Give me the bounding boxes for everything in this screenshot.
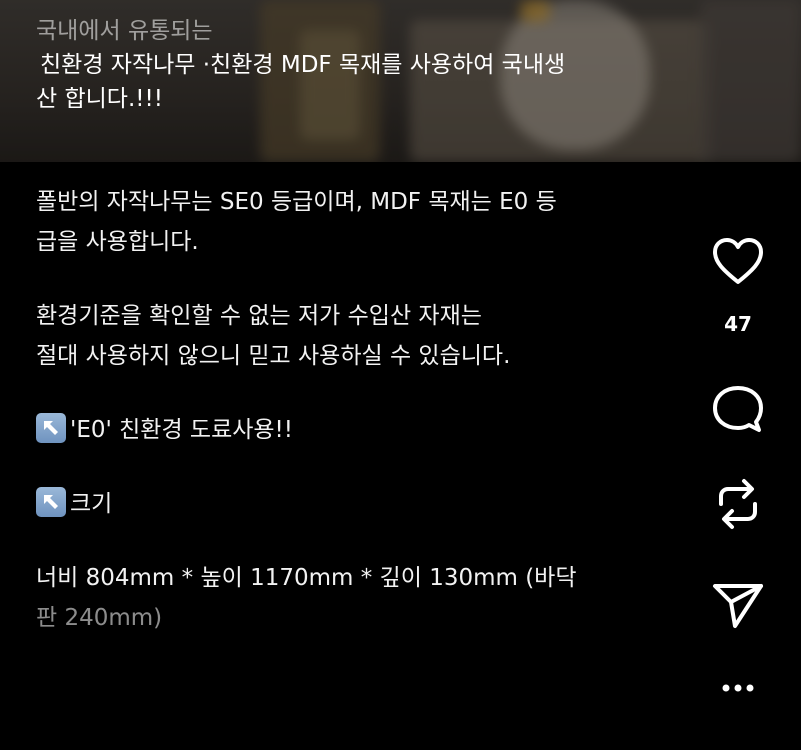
- description-line: 급을 사용합니다.: [36, 229, 199, 255]
- description-line: 너비 804mm * 높이 1170mm * 깊이 130mm (바닥: [36, 565, 577, 591]
- share-button[interactable]: [700, 580, 776, 630]
- post-view: 국내에서 유통되는 친환경 자작나무 ·친환경 MDF 목재를 사용하여 국내생…: [0, 0, 801, 750]
- description-text: 크기: [70, 491, 113, 517]
- description-line: 절대 사용하지 않으니 믿고 사용하실 수 있습니다.: [36, 343, 511, 369]
- repost-button[interactable]: [700, 478, 776, 530]
- caption-line: 산 합니다.!!!: [36, 86, 163, 112]
- comment-icon: [713, 386, 763, 432]
- repost-icon: [719, 479, 757, 529]
- description-line: 판 240mm): [36, 605, 163, 631]
- description-text: 'E0' 친환경 도료사용!!: [70, 417, 293, 443]
- description-line: 환경기준을 확인할 수 없는 저가 수입산 자재는: [36, 303, 482, 329]
- post-description: 폴반의 자작나무는 SE0 등급이며, MDF 목재는 E0 등 급을 사용합니…: [36, 182, 696, 638]
- arrow-up-left-emoji-icon: [36, 487, 66, 517]
- send-icon: [713, 584, 763, 628]
- more-icon: [722, 684, 754, 692]
- arrow-up-left-emoji-icon: [36, 413, 66, 443]
- caption-overlay: 국내에서 유통되는 친환경 자작나무 ·친환경 MDF 목재를 사용하여 국내생…: [36, 14, 696, 116]
- like-count: 47: [724, 312, 752, 336]
- description-line: 폴반의 자작나무는 SE0 등급이며, MDF 목재는 E0 등: [36, 189, 557, 215]
- comment-button[interactable]: [700, 384, 776, 434]
- description-line: 크기: [36, 484, 696, 524]
- description-line: 'E0' 친환경 도료사용!!: [36, 410, 696, 450]
- like-button[interactable]: [700, 236, 776, 286]
- caption-line: 국내에서 유통되는: [36, 18, 213, 44]
- heart-icon: [713, 238, 763, 284]
- caption-line: 친환경 자작나무 ·친환경 MDF 목재를 사용하여 국내생: [40, 52, 566, 78]
- more-options-button[interactable]: [700, 678, 776, 698]
